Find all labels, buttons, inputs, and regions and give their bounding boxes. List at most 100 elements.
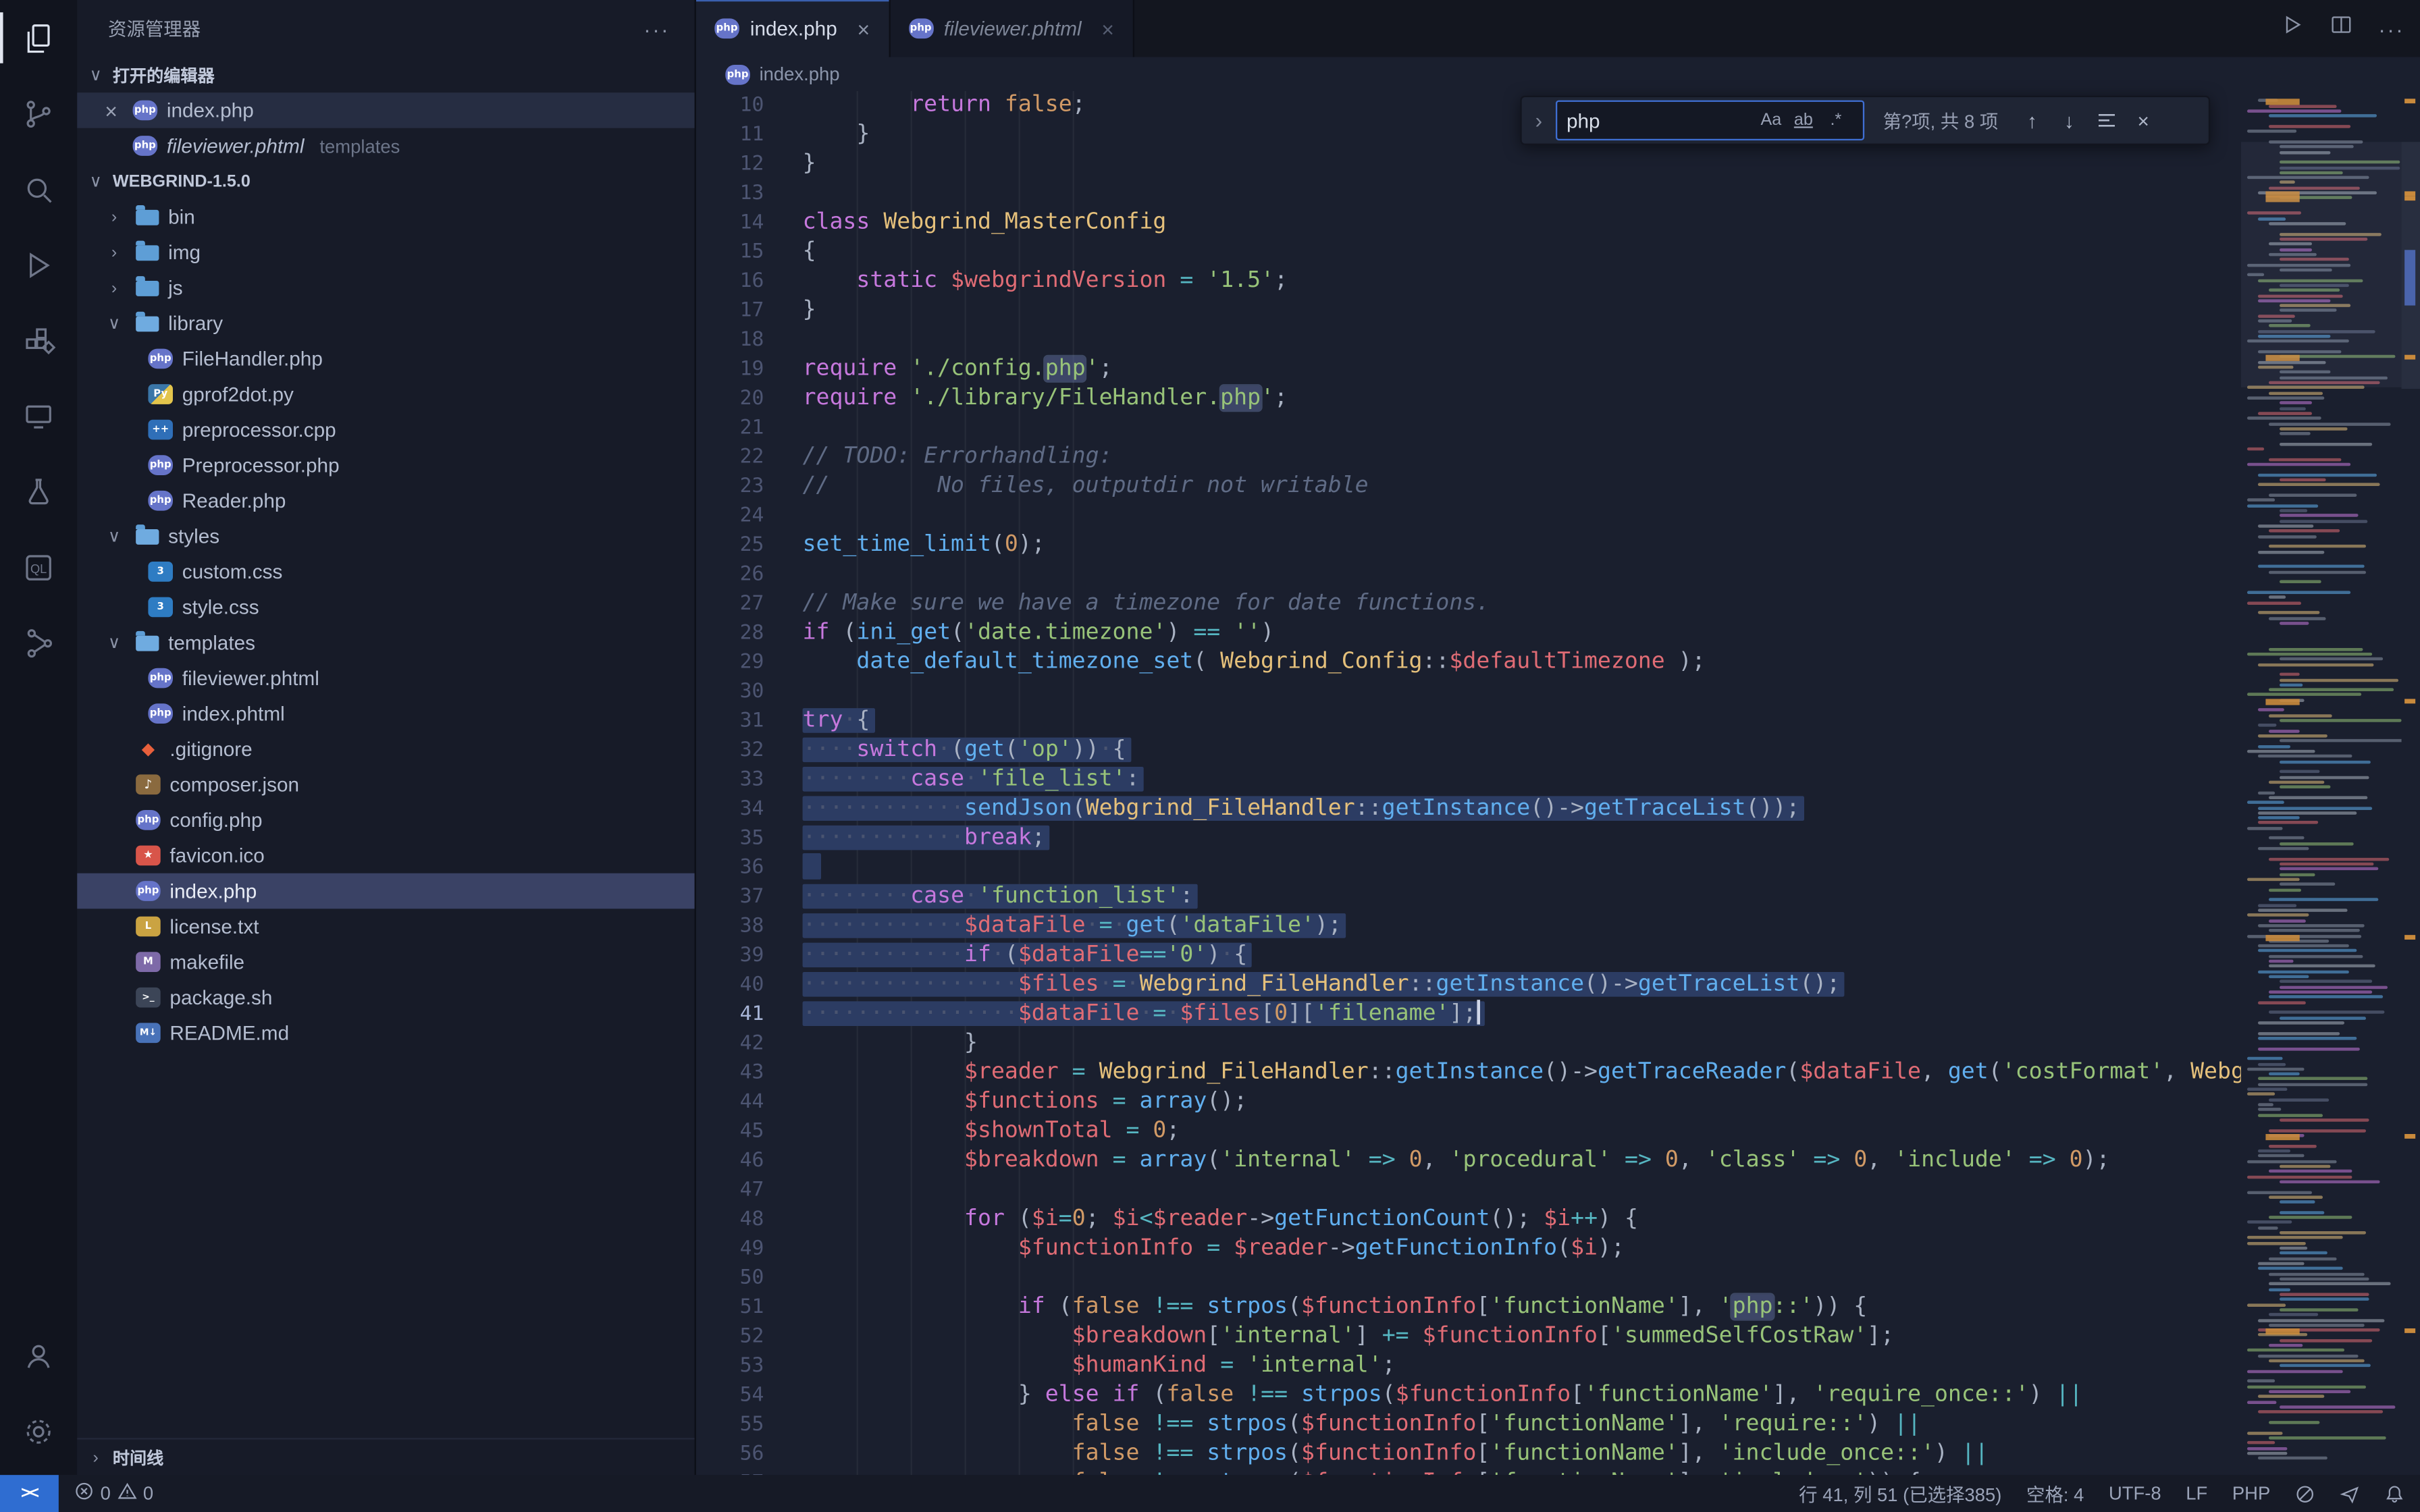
tree-item--gitignore[interactable]: ◆.gitignore xyxy=(77,731,694,767)
tree-item-gprof2dot-py[interactable]: Pygprof2dot.py xyxy=(77,377,694,412)
tree-item-bin[interactable]: ›bin xyxy=(77,199,694,235)
code-line[interactable]: 20require './library/FileHandler.php'; xyxy=(696,384,2241,413)
code-line[interactable]: 50 xyxy=(696,1264,2241,1293)
tree-item-makefile[interactable]: Mmakefile xyxy=(77,944,694,980)
close-find-button[interactable]: × xyxy=(2128,103,2159,137)
tree-item-filehandler-php[interactable]: phpFileHandler.php xyxy=(77,341,694,377)
tree-item-config-php[interactable]: phpconfig.php xyxy=(77,803,694,838)
code-line[interactable]: 42 } xyxy=(696,1029,2241,1058)
feedback-icon[interactable] xyxy=(2340,1484,2360,1504)
code-line[interactable]: 38············$dataFile·=·get('dataFile'… xyxy=(696,912,2241,941)
activity-item-live-share[interactable] xyxy=(0,605,77,680)
split-editor-icon[interactable] xyxy=(2329,12,2354,45)
find-input[interactable] xyxy=(1557,109,1755,132)
more-actions-icon[interactable]: ··· xyxy=(2378,16,2404,41)
run-icon[interactable] xyxy=(2280,12,2305,45)
eol-setting[interactable]: LF xyxy=(2186,1483,2207,1505)
open-editor-item[interactable]: phpfileviewer.phtmltemplates xyxy=(77,128,694,164)
activity-item-testing[interactable] xyxy=(0,454,77,529)
code-line[interactable]: 46 $breakdown = array('internal' => 0, '… xyxy=(696,1146,2241,1175)
code-line[interactable]: 52 $breakdown['internal'] += $functionIn… xyxy=(696,1322,2241,1351)
code-line[interactable]: 55 false !== strpos($functionInfo['funct… xyxy=(696,1410,2241,1439)
tree-item-style-css[interactable]: 3style.css xyxy=(77,589,694,625)
remote-indicator[interactable]: >< xyxy=(0,1475,59,1512)
code-line[interactable]: 25set_time_limit(0); xyxy=(696,531,2241,560)
code-line[interactable]: 49 $functionInfo = $reader->getFunctionI… xyxy=(696,1235,2241,1264)
tree-item-package-sh[interactable]: >_package.sh xyxy=(77,979,694,1015)
tree-item-index-php[interactable]: phpindex.php xyxy=(77,873,694,909)
minimap-viewport[interactable] xyxy=(2241,142,2402,387)
code-line[interactable]: 37········case·'function_list': xyxy=(696,882,2241,911)
tree-item-index-phtml[interactable]: phpindex.phtml xyxy=(77,696,694,732)
activity-item-remote-explorer[interactable] xyxy=(0,378,77,454)
circle-slash-icon[interactable] xyxy=(2295,1484,2315,1504)
next-match-button[interactable]: ↓ xyxy=(2054,103,2085,137)
toggle-replace-icon[interactable]: › xyxy=(1528,108,1550,133)
code-line[interactable]: 29 date_default_timezone_set( Webgrind_C… xyxy=(696,648,2241,677)
code-line[interactable]: 47 xyxy=(696,1176,2241,1205)
code-line[interactable]: 22// TODO: Errorhandling: xyxy=(696,443,2241,472)
code-line[interactable]: 34············sendJson(Webgrind_FileHand… xyxy=(696,794,2241,824)
regex-button[interactable]: .* xyxy=(1820,105,1852,136)
tree-item-styles[interactable]: ∨styles xyxy=(77,518,694,554)
code-line[interactable]: 54 } else if (false !== strpos($function… xyxy=(696,1381,2241,1410)
tree-item-readme-md[interactable]: M↓README.md xyxy=(77,1015,694,1051)
find-in-selection-button[interactable] xyxy=(2090,103,2122,137)
code-line[interactable]: 31try·{ xyxy=(696,707,2241,736)
code-line[interactable]: 12} xyxy=(696,150,2241,179)
code-line[interactable]: 57 false !== strpos($functionInfo['funct… xyxy=(696,1469,2241,1475)
cursor-position[interactable]: 行 41, 列 51 (已选择385) xyxy=(1799,1480,2001,1507)
tree-item-img[interactable]: ›img xyxy=(77,234,694,270)
code-line[interactable]: 28if (ini_get('date.timezone') == '') xyxy=(696,619,2241,648)
tree-item-favicon-ico[interactable]: ★favicon.ico xyxy=(77,838,694,873)
code-line[interactable]: 35············break; xyxy=(696,824,2241,853)
tree-item-preprocessor-php[interactable]: phpPreprocessor.php xyxy=(77,448,694,483)
activity-item-search[interactable] xyxy=(0,151,77,227)
code-line[interactable]: 14class Webgrind_MasterConfig xyxy=(696,209,2241,238)
overview-ruler[interactable] xyxy=(2402,91,2420,1475)
code-area[interactable]: 10 return false;11 }12}1314class Webgrin… xyxy=(696,91,2241,1475)
code-line[interactable]: 43 $reader = Webgrind_FileHandler::getIn… xyxy=(696,1058,2241,1087)
tab-fileviewer-phtml[interactable]: php fileviewer.phtml × xyxy=(890,0,1134,57)
breadcrumb[interactable]: php index.php xyxy=(696,57,2420,91)
code-line[interactable]: 33········case·'file_list': xyxy=(696,765,2241,794)
activity-item-accounts[interactable] xyxy=(0,1318,77,1393)
code-line[interactable]: 41················$dataFile·=·$files[0][… xyxy=(696,1000,2241,1029)
activity-item-settings[interactable] xyxy=(0,1393,77,1469)
code-line[interactable]: 51 if (false !== strpos($functionInfo['f… xyxy=(696,1293,2241,1322)
activity-item-run-debug[interactable] xyxy=(0,227,77,302)
more-actions-icon[interactable]: ··· xyxy=(643,16,670,41)
bell-icon[interactable] xyxy=(2384,1484,2404,1504)
open-editors-header[interactable]: ∨ 打开的编辑器 xyxy=(77,57,694,93)
tree-item-library[interactable]: ∨library xyxy=(77,306,694,342)
tree-item-custom-css[interactable]: 3custom.css xyxy=(77,554,694,590)
minimap[interactable] xyxy=(2241,91,2402,1475)
tree-item-preprocessor-cpp[interactable]: ++preprocessor.cpp xyxy=(77,412,694,448)
code-line[interactable]: 30 xyxy=(696,677,2241,706)
tree-item-reader-php[interactable]: phpReader.php xyxy=(77,483,694,518)
indentation-setting[interactable]: 空格: 4 xyxy=(2026,1480,2084,1507)
tree-item-fileviewer-phtml[interactable]: phpfileviewer.phtml xyxy=(77,660,694,696)
code-line[interactable]: 24 xyxy=(696,502,2241,531)
language-mode[interactable]: PHP xyxy=(2232,1483,2270,1505)
code-line[interactable]: 19require './config.php'; xyxy=(696,355,2241,384)
code-line[interactable]: 56 false !== strpos($functionInfo['funct… xyxy=(696,1440,2241,1469)
code-line[interactable]: 39············if·($dataFile=='0')·{ xyxy=(696,941,2241,970)
code-line[interactable]: 53 $humanKind = 'internal'; xyxy=(696,1351,2241,1380)
activity-item-source-control[interactable] xyxy=(0,76,77,151)
whole-word-button[interactable]: ab xyxy=(1787,105,1820,136)
tab-index-php[interactable]: php index.php × xyxy=(696,0,890,57)
close-icon[interactable]: × xyxy=(99,98,124,123)
code-line[interactable]: 27// Make sure we have a timezone for da… xyxy=(696,589,2241,618)
project-header[interactable]: ∨ WEBGRIND-1.5.0 xyxy=(77,163,694,199)
code-line[interactable]: 13 xyxy=(696,179,2241,208)
code-line[interactable]: 26 xyxy=(696,560,2241,589)
open-editor-item[interactable]: ×phpindex.php xyxy=(77,92,694,128)
tree-item-license-txt[interactable]: Llicense.txt xyxy=(77,909,694,944)
code-line[interactable]: 16 static $webgrindVersion = '1.5'; xyxy=(696,267,2241,296)
code-line[interactable]: 45 $shownTotal = 0; xyxy=(696,1117,2241,1146)
close-icon[interactable]: × xyxy=(857,16,870,41)
activity-item-codeql[interactable]: QL xyxy=(0,529,77,605)
previous-match-button[interactable]: ↑ xyxy=(2017,103,2048,137)
code-line[interactable]: 17} xyxy=(696,296,2241,325)
